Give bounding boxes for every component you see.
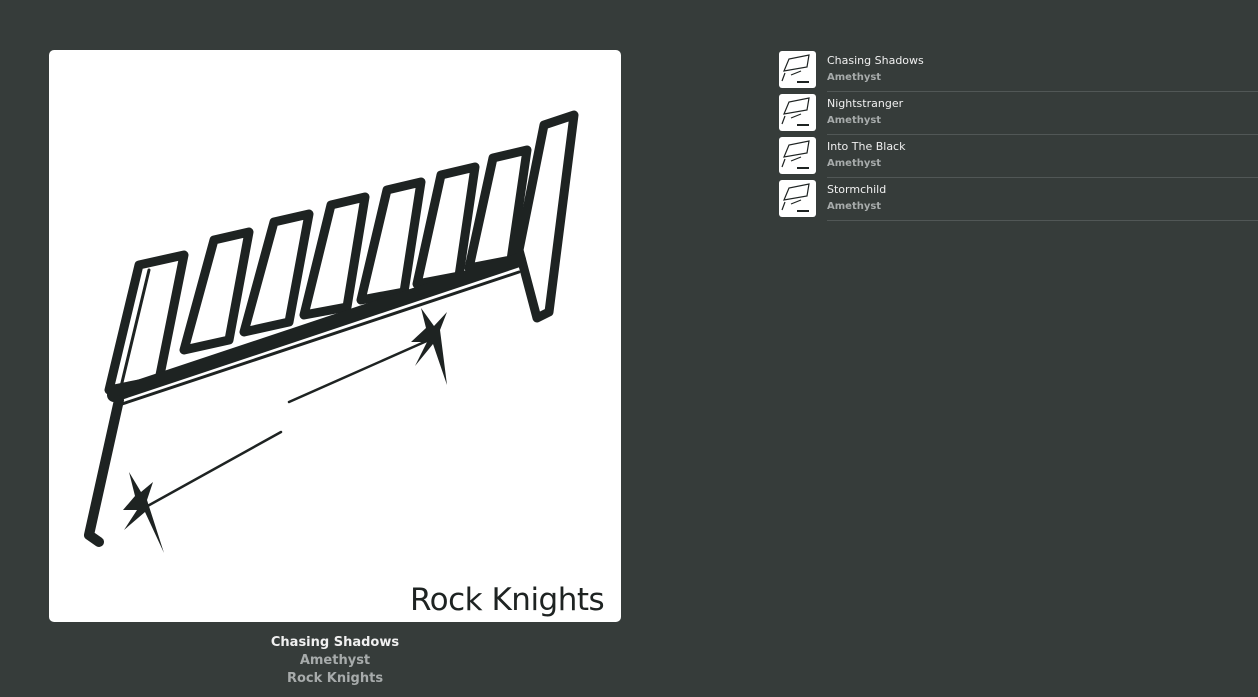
queue-item[interactable]: Stormchild Amethyst xyxy=(779,178,1258,221)
queue-item[interactable]: Into The Black Amethyst xyxy=(779,135,1258,178)
album-thumb-graphic xyxy=(781,183,810,212)
queue-item-title: Nightstranger xyxy=(827,97,904,110)
queue-item[interactable]: Nightstranger Amethyst xyxy=(779,92,1258,135)
queue-item-artist: Amethyst xyxy=(827,201,882,212)
queue-item-thumbnail xyxy=(779,51,816,88)
queue-item-text: Into The Black Amethyst xyxy=(827,135,1258,178)
album-art-caption: Rock Knights xyxy=(410,582,605,618)
queue-item-thumbnail xyxy=(779,137,816,174)
queue-item-text: Chasing Shadows Amethyst xyxy=(827,49,1258,92)
now-playing-artist[interactable]: Amethyst xyxy=(49,652,621,670)
queue-item-title: Stormchild xyxy=(827,183,887,196)
now-playing-album[interactable]: Rock Knights xyxy=(49,670,621,688)
queue-item-thumbnail xyxy=(779,94,816,131)
album-thumb-graphic xyxy=(781,97,810,126)
queue-item-title: Chasing Shadows xyxy=(827,54,924,67)
now-playing-info: Chasing Shadows Amethyst Rock Knights xyxy=(49,634,621,688)
album-art: Rock Knights xyxy=(49,50,621,622)
album-art-graphic xyxy=(84,110,579,553)
queue-item-text: Stormchild Amethyst xyxy=(827,178,1258,221)
now-playing-title[interactable]: Chasing Shadows xyxy=(49,634,621,652)
queue-item-text: Nightstranger Amethyst xyxy=(827,92,1258,135)
queue-list: Chasing Shadows Amethyst Nightstranger A… xyxy=(779,49,1258,221)
queue-item-artist: Amethyst xyxy=(827,72,882,83)
queue-item-thumbnail xyxy=(779,180,816,217)
queue-item[interactable]: Chasing Shadows Amethyst xyxy=(779,49,1258,92)
queue-item-artist: Amethyst xyxy=(827,158,882,169)
queue-item-artist: Amethyst xyxy=(827,115,882,126)
album-thumb-graphic xyxy=(781,54,810,83)
queue-item-title: Into The Black xyxy=(827,140,906,153)
album-thumb-graphic xyxy=(781,140,810,169)
